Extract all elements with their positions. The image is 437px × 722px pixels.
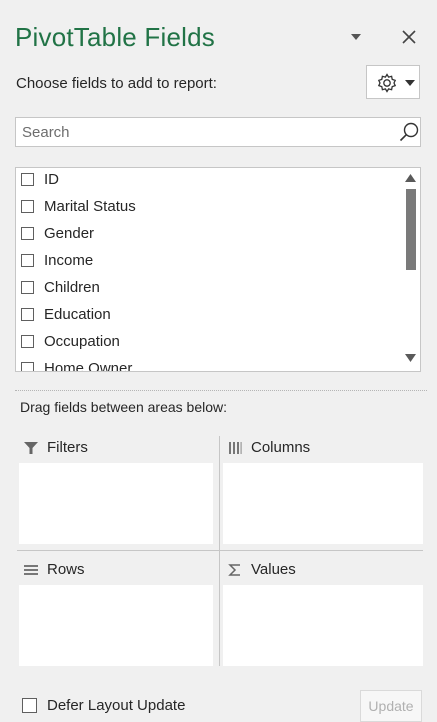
scroll-up-arrow-icon[interactable] <box>405 174 416 182</box>
section-divider <box>15 390 427 391</box>
field-item-education[interactable]: Education <box>16 301 401 328</box>
close-icon <box>402 30 416 44</box>
area-separator-horizontal <box>17 550 423 551</box>
field-label: Education <box>44 306 111 323</box>
search-input[interactable] <box>22 121 382 143</box>
defer-layout-update-checkbox[interactable]: Defer Layout Update <box>22 697 185 714</box>
columns-area-header: Columns <box>227 439 310 456</box>
values-label: Values <box>251 561 296 578</box>
field-label: Occupation <box>44 333 120 350</box>
field-checkbox[interactable] <box>21 200 34 213</box>
field-item-gender[interactable]: Gender <box>16 220 401 247</box>
close-button[interactable] <box>398 26 420 48</box>
columns-drop-area[interactable] <box>223 463 423 544</box>
field-checkbox[interactable] <box>21 308 34 321</box>
tools-button[interactable] <box>366 65 420 99</box>
field-item-marital-status[interactable]: Marital Status <box>16 193 401 220</box>
field-list: ID Marital Status Gender Income Children… <box>15 167 421 372</box>
chevron-down-icon <box>351 34 361 40</box>
field-item-income[interactable]: Income <box>16 247 401 274</box>
field-checkbox[interactable] <box>21 281 34 294</box>
gear-icon <box>377 73 397 93</box>
scrollbar-thumb[interactable] <box>406 189 416 270</box>
rows-drop-area[interactable] <box>19 585 213 666</box>
field-checkbox[interactable] <box>21 254 34 267</box>
rows-area-header: Rows <box>23 561 85 578</box>
scroll-down-arrow-icon[interactable] <box>405 354 416 362</box>
field-checkbox[interactable] <box>21 173 34 186</box>
rows-icon <box>24 564 38 575</box>
field-label: Children <box>44 279 100 296</box>
columns-icon <box>229 441 242 454</box>
area-separator-vertical <box>219 436 220 666</box>
values-area-header: Values <box>227 561 296 578</box>
values-drop-area[interactable] <box>223 585 423 666</box>
field-label: ID <box>44 171 59 188</box>
field-checkbox[interactable] <box>21 227 34 240</box>
filters-area-header: Filters <box>23 439 88 456</box>
update-button[interactable]: Update <box>360 690 422 722</box>
chevron-down-icon <box>405 80 415 86</box>
field-label: Marital Status <box>44 198 136 215</box>
field-label: Income <box>44 252 94 269</box>
field-item-occupation[interactable]: Occupation <box>16 328 401 355</box>
drag-fields-label: Drag fields between areas below: <box>20 399 228 415</box>
choose-fields-label: Choose fields to add to report: <box>16 75 217 92</box>
field-label: Home Owner <box>44 360 133 372</box>
search-icon[interactable] <box>398 121 420 143</box>
field-checkbox[interactable] <box>21 335 34 348</box>
field-list-scrollbar[interactable] <box>401 168 420 371</box>
field-item-children[interactable]: Children <box>16 274 401 301</box>
rows-label: Rows <box>47 561 85 578</box>
field-checkbox[interactable] <box>21 362 34 371</box>
filter-icon <box>24 441 38 454</box>
sigma-icon <box>228 563 240 576</box>
filters-drop-area[interactable] <box>19 463 213 544</box>
panel-title: PivotTable Fields <box>15 22 215 52</box>
task-pane-options-button[interactable] <box>347 28 367 46</box>
field-label: Gender <box>44 225 95 242</box>
search-box <box>15 117 421 147</box>
defer-checkbox[interactable] <box>22 698 37 713</box>
field-item-id[interactable]: ID <box>16 168 401 193</box>
defer-label: Defer Layout Update <box>47 697 186 714</box>
filters-label: Filters <box>47 439 88 456</box>
columns-label: Columns <box>251 439 311 456</box>
field-item-home-owner[interactable]: Home Owner <box>16 355 401 372</box>
